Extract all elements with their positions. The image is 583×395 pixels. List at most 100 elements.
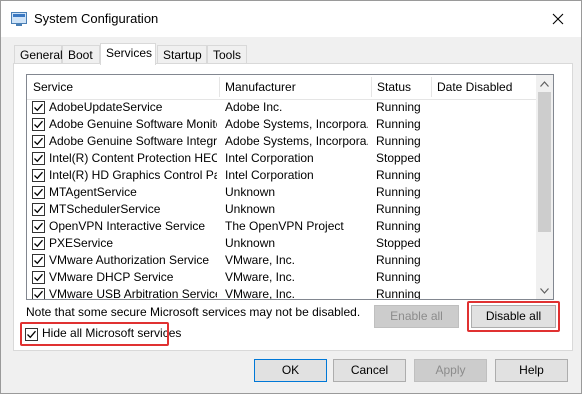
checkmark-icon [34,137,43,146]
service-checkbox[interactable] [32,101,45,114]
service-checkbox[interactable] [32,271,45,284]
scroll-down-button[interactable] [536,282,553,299]
service-checkbox[interactable] [32,220,45,233]
service-checkbox[interactable] [32,254,45,267]
service-status: Running [376,100,421,114]
service-name: MTAgentService [49,185,137,199]
service-row[interactable]: VMware USB Arbitration Service VMware, In… [27,286,537,300]
service-name: Intel(R) Content Protection HEC... [49,151,217,165]
checkmark-icon [34,256,43,265]
service-name: Adobe Genuine Software Monito... [49,117,217,131]
column-header-manufacturer[interactable]: Manufacturer [219,75,371,99]
service-row[interactable]: AdobeUpdateService Adobe Inc. Running [27,99,537,116]
service-manufacturer: Unknown [225,185,276,199]
tab-tools[interactable]: Tools [207,45,247,64]
service-checkbox[interactable] [32,169,45,182]
service-name: PXEService [49,236,114,250]
app-icon [11,12,27,26]
tab-label: Boot [68,48,93,62]
checkmark-icon [34,290,43,299]
tab-label: Startup [163,48,202,62]
service-manufacturer: Adobe Systems, Incorpora... [225,134,368,148]
note-text: Note that some secure Microsoft services… [26,305,361,319]
service-name: Adobe Genuine Software Integri... [49,134,217,148]
tab-label: General [20,48,63,62]
column-header-status[interactable]: Status [371,75,431,99]
help-button[interactable]: Help [495,359,568,382]
service-name: VMware USB Arbitration Service [49,287,217,300]
service-name: AdobeUpdateService [49,100,163,114]
service-manufacturer: Adobe Systems, Incorpora... [225,117,368,131]
service-manufacturer: VMware, Inc. [225,253,296,267]
checkmark-icon [34,205,43,214]
title-bar: System Configuration [1,1,581,37]
list-header: Service Manufacturer Status Date Disable… [27,75,537,100]
apply-button[interactable]: Apply [414,359,487,382]
scrollbar-thumb[interactable] [538,92,551,232]
ok-button[interactable]: OK [254,359,327,382]
system-configuration-window: System Configuration General Boot Servic… [0,0,582,394]
service-checkbox[interactable] [32,152,45,165]
service-manufacturer: Intel Corporation [225,168,314,182]
checkmark-icon [34,154,43,163]
service-row[interactable]: Intel(R) Content Protection HEC... Intel … [27,150,537,167]
checkmark-icon [34,103,43,112]
service-row[interactable]: Intel(R) HD Graphics Control Pa... Intel … [27,167,537,184]
checkmark-icon [34,120,43,129]
service-manufacturer: The OpenVPN Project [225,219,344,233]
enable-all-button[interactable]: Enable all [374,305,459,328]
service-checkbox[interactable] [32,288,45,299]
service-row[interactable]: Adobe Genuine Software Monito... Adobe Sy… [27,116,537,133]
checkmark-icon [34,188,43,197]
disable-all-highlight [467,301,560,332]
service-status: Running [376,168,421,182]
service-row[interactable]: PXEService Unknown Stopped [27,235,537,252]
service-status: Running [376,253,421,267]
service-status: Stopped [376,236,421,250]
service-row[interactable]: VMware DHCP Service VMware, Inc. Running [27,269,537,286]
service-status: Running [376,202,421,216]
service-status: Running [376,219,421,233]
vertical-scrollbar[interactable] [536,75,553,299]
service-row[interactable]: VMware Authorization Service VMware, Inc.… [27,252,537,269]
column-header-service[interactable]: Service [27,75,219,99]
service-checkbox[interactable] [32,237,45,250]
close-icon [552,13,564,25]
service-manufacturer: Intel Corporation [225,151,314,165]
column-header-date-disabled[interactable]: Date Disabled [431,75,537,99]
service-checkbox[interactable] [32,118,45,131]
tab-boot[interactable]: Boot [62,45,100,64]
close-button[interactable] [543,7,573,31]
tab-startup[interactable]: Startup [157,45,207,64]
service-status: Running [376,287,421,300]
cancel-button[interactable]: Cancel [333,359,406,382]
service-row[interactable]: Adobe Genuine Software Integri... Adobe S… [27,133,537,150]
services-panel: Service Manufacturer Status Date Disable… [13,63,573,351]
tab-general[interactable]: General [14,45,63,64]
service-status: Running [376,185,421,199]
scroll-up-button[interactable] [536,75,553,92]
checkmark-icon [34,273,43,282]
service-checkbox[interactable] [32,186,45,199]
service-row[interactable]: MTAgentService Unknown Running [27,184,537,201]
tab-services[interactable]: Services [100,43,156,65]
service-status: Running [376,270,421,284]
service-status: Stopped [376,151,421,165]
service-checkbox[interactable] [32,135,45,148]
service-name: VMware DHCP Service [49,270,174,284]
services-list[interactable]: Service Manufacturer Status Date Disable… [26,74,554,300]
service-status: Running [376,134,421,148]
checkmark-icon [34,239,43,248]
service-name: VMware Authorization Service [49,253,210,267]
service-row[interactable]: MTSchedulerService Unknown Running [27,201,537,218]
service-status: Running [376,117,421,131]
chevron-down-icon [540,287,549,294]
service-name: OpenVPN Interactive Service [49,219,206,233]
service-checkbox[interactable] [32,203,45,216]
service-manufacturer: Unknown [225,202,276,216]
service-name: MTSchedulerService [49,202,161,216]
service-row[interactable]: OpenVPN Interactive Service The OpenVPN P… [27,218,537,235]
service-manufacturer: VMware, Inc. [225,270,296,284]
checkmark-icon [34,171,43,180]
chevron-up-icon [540,80,549,87]
